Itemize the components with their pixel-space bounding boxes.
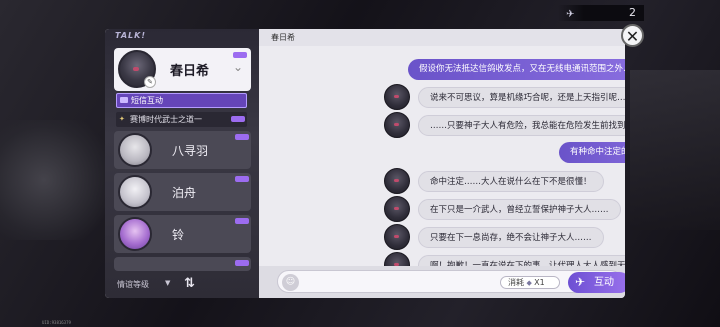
interact-button[interactable]: ✈ 互动: [568, 272, 625, 293]
talk-label: TALK!: [115, 31, 146, 40]
message-bubble-outgoing: 假设你无法抵达信鸽收发点，又在无线电通讯范围之外……: [408, 59, 625, 80]
avatar: [118, 217, 152, 251]
contact-name: 铃: [172, 228, 185, 242]
emoji-icon[interactable]: ☺: [282, 274, 299, 291]
tag-marker: [231, 116, 245, 122]
gem-icon: ◆: [526, 279, 535, 287]
contact-name: 八寻羽: [172, 144, 209, 158]
message-icon: [120, 97, 128, 103]
cost-label: 消耗: [508, 278, 524, 287]
background-decoration: [0, 120, 110, 240]
avatar: [384, 168, 410, 194]
chevron-down-icon[interactable]: ⌄: [233, 60, 243, 74]
contact-name: 泊舟: [172, 186, 197, 200]
message-bubble-incoming: 只要在下一息尚存，绝不会让神子大人……: [418, 227, 604, 248]
tag-marker: [235, 218, 249, 224]
current-contact[interactable]: ✎ 春日希 ⌄: [114, 48, 251, 91]
background-decoration: [630, 70, 720, 230]
paper-plane-icon: ✈: [566, 9, 575, 20]
message-bubble-outgoing: 有种命中注定的感觉呢！: [559, 142, 625, 163]
tag-marker: [235, 260, 249, 266]
message-bubble-incoming: 啊！抱歉！一直在说在下的事，让代理人大人感到无聊了！: [418, 255, 625, 266]
tag-marker: [233, 52, 247, 58]
filter-label: 情谊等级: [117, 280, 149, 289]
avatar: [118, 175, 152, 209]
star-icon: ✦: [119, 115, 125, 123]
uid-text: UID:93816379: [42, 320, 71, 325]
sub-tab-sms[interactable]: 短信互动: [116, 93, 247, 108]
contact-item[interactable]: 泊舟: [114, 173, 251, 211]
sort-icon[interactable]: ⇅: [184, 276, 195, 291]
cost-value: X1: [534, 278, 545, 287]
contact-item[interactable]: 八寻羽: [114, 131, 251, 169]
avatar: [384, 196, 410, 222]
avatar: [118, 133, 152, 167]
avatar: [384, 224, 410, 250]
interact-label: 互动: [594, 277, 614, 288]
chat-messages[interactable]: 假设你无法抵达信鸽收发点，又在无线电通讯范围之外…… 说来不可思议，算是机缘巧合…: [259, 46, 625, 266]
message-input[interactable]: ☺ 消耗 ◆ X1 ✈ 互动: [277, 270, 625, 293]
input-bar: ☺ 消耗 ◆ X1 ✈ 互动: [259, 266, 625, 298]
filter-dropdown[interactable]: 情谊等级 ▼: [117, 279, 170, 290]
tag-marker: [235, 134, 249, 140]
contact-item[interactable]: [114, 257, 251, 271]
message-bubble-incoming: ……只要神子大人有危险，我总能在危险发生前找到大人。: [418, 115, 625, 136]
paper-plane-icon: ✈: [575, 275, 586, 289]
sub-tab-label: 短信互动: [131, 96, 163, 105]
currency-counter: ✈ 2: [558, 5, 644, 21]
contact-item[interactable]: 铃: [114, 215, 251, 253]
avatar: [384, 84, 410, 110]
avatar: [384, 252, 410, 266]
message-bubble-incoming: 命中注定……大人在说什么在下不是很懂！: [418, 171, 604, 192]
badge-icon: ✎: [144, 76, 156, 88]
sub-tab-label: 赛博时代武士之道一: [130, 115, 202, 124]
chat-title: 春日希: [271, 33, 295, 42]
avatar: [384, 112, 410, 138]
message-bubble-incoming: 说来不可思议，算是机缘巧合呢，还是上天指引呢……: [418, 87, 625, 108]
close-button[interactable]: ✕: [621, 24, 644, 47]
cost-badge: 消耗 ◆ X1: [500, 276, 560, 289]
contact-name: 春日希: [170, 64, 210, 79]
chevron-down-icon: ▼: [165, 279, 171, 287]
sub-tab-event[interactable]: ✦ 赛博时代武士之道一: [116, 112, 247, 127]
message-bubble-incoming: 在下只是一介武人，曾经立誓保护神子大人……: [418, 199, 621, 220]
contact-sidebar: TALK! ✎ 春日希 ⌄ 短信互动 ✦ 赛博时代武士之道一 八寻羽 泊舟 铃 …: [105, 29, 259, 298]
tag-marker: [235, 176, 249, 182]
currency-count: 2: [629, 6, 636, 19]
avatar: ✎: [118, 50, 156, 88]
chat-header: 春日希: [259, 29, 625, 46]
chat-panel: TALK! ✎ 春日希 ⌄ 短信互动 ✦ 赛博时代武士之道一 八寻羽 泊舟 铃 …: [105, 29, 625, 298]
